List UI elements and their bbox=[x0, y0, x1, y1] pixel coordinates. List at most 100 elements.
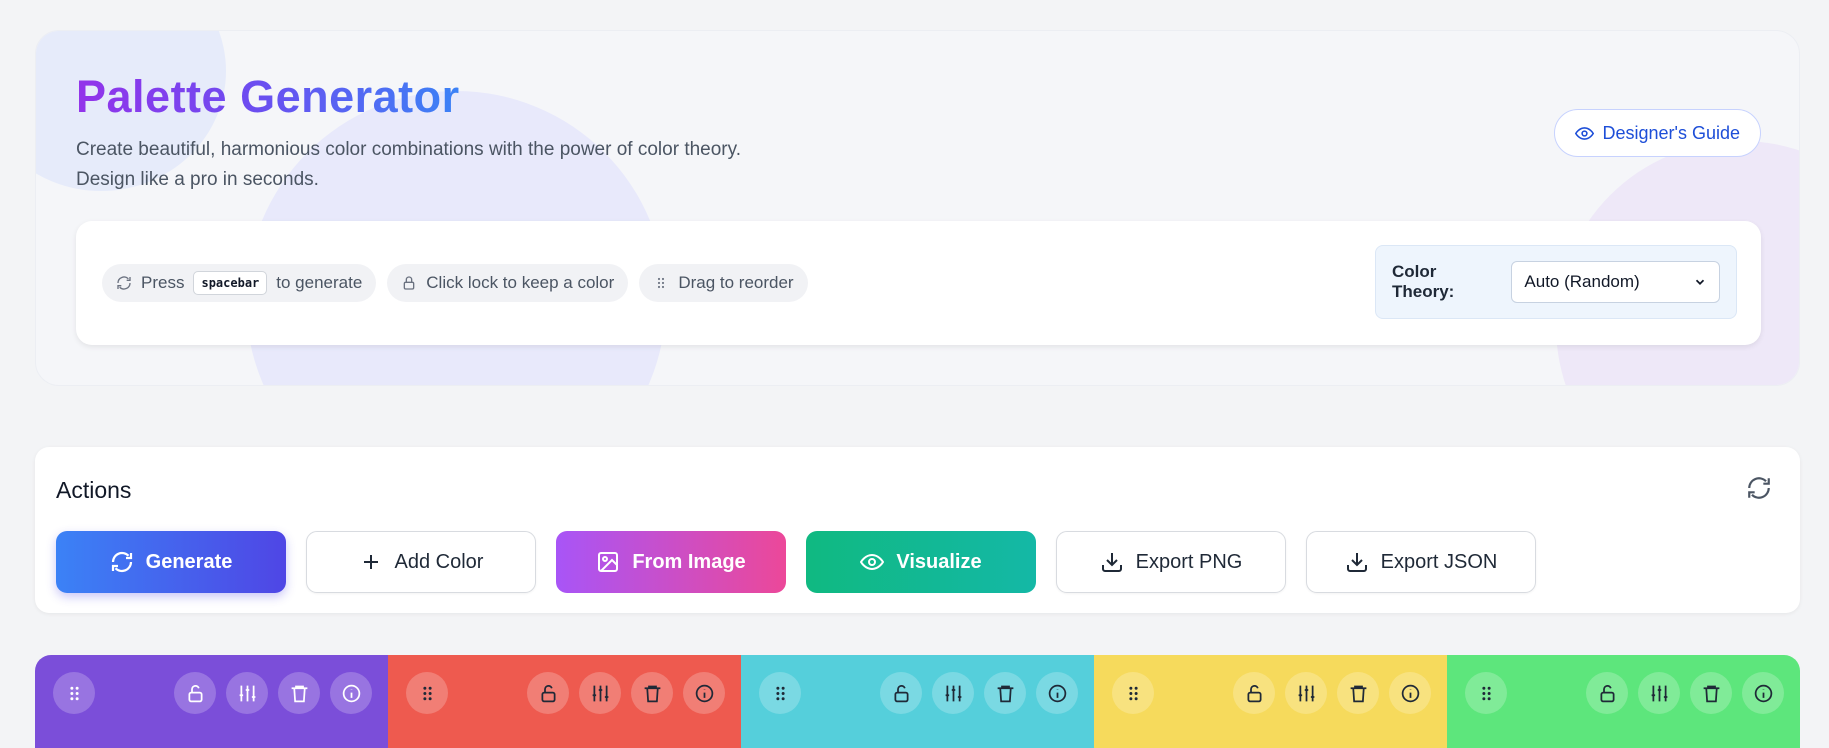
download-icon bbox=[1101, 553, 1122, 572]
info-icon bbox=[1754, 684, 1772, 702]
adjust-button[interactable] bbox=[932, 672, 974, 714]
info-icon bbox=[695, 684, 713, 702]
generate-label: Generate bbox=[145, 550, 233, 573]
info-icon bbox=[1048, 684, 1066, 702]
adjust-button[interactable] bbox=[226, 672, 268, 714]
export-png-button[interactable]: Export PNG bbox=[1056, 531, 1286, 593]
subtitle-line: Design like a pro in seconds. bbox=[76, 169, 319, 190]
info-button[interactable] bbox=[1036, 672, 1078, 714]
drag-handle-icon bbox=[422, 686, 432, 700]
color-swatch[interactable] bbox=[35, 655, 388, 748]
visualize-label: Visualize bbox=[896, 550, 982, 573]
trash-icon bbox=[1350, 685, 1366, 702]
export-json-button[interactable]: Export JSON bbox=[1306, 531, 1536, 593]
delete-button[interactable] bbox=[278, 672, 320, 714]
drag-handle-icon bbox=[658, 277, 665, 289]
from-image-label: From Image bbox=[632, 550, 746, 573]
generate-button[interactable]: Generate bbox=[56, 531, 286, 593]
color-theory-select[interactable]: Auto (Random) bbox=[1511, 261, 1720, 303]
lock-button[interactable] bbox=[174, 672, 216, 714]
lock-icon bbox=[403, 276, 415, 290]
refresh-icon bbox=[111, 551, 132, 573]
image-icon bbox=[598, 552, 619, 572]
drag-handle[interactable] bbox=[1112, 672, 1154, 714]
actions-title: Actions bbox=[56, 477, 132, 503]
page-subtitle: Create beautiful, harmonious color combi… bbox=[76, 135, 741, 195]
export-png-label: Export PNG bbox=[1135, 550, 1243, 573]
unlock-icon bbox=[1247, 684, 1261, 702]
drag-handle[interactable] bbox=[1465, 672, 1507, 714]
trash-icon bbox=[644, 685, 660, 702]
spacebar-key: spacebar bbox=[193, 271, 268, 295]
info-button[interactable] bbox=[683, 672, 725, 714]
color-swatch[interactable] bbox=[1094, 655, 1447, 748]
adjust-button[interactable] bbox=[1638, 672, 1680, 714]
plus-icon bbox=[363, 555, 378, 569]
from-image-button[interactable]: From Image bbox=[556, 531, 786, 593]
drag-handle[interactable] bbox=[406, 672, 448, 714]
unlock-icon bbox=[188, 684, 202, 702]
lock-button[interactable] bbox=[880, 672, 922, 714]
color-swatch[interactable] bbox=[388, 655, 741, 748]
info-button[interactable] bbox=[1742, 672, 1784, 714]
color-swatch[interactable] bbox=[1447, 655, 1800, 748]
tip-text: Press bbox=[141, 273, 185, 292]
chevron-down-icon bbox=[1695, 279, 1705, 285]
info-button[interactable] bbox=[1389, 672, 1431, 714]
download-icon bbox=[1346, 553, 1367, 572]
drag-handle-icon bbox=[1481, 686, 1491, 700]
tip-drag: Drag to reorder bbox=[639, 264, 808, 302]
color-theory-value: Auto (Random) bbox=[1524, 272, 1640, 291]
adjust-button[interactable] bbox=[1285, 672, 1327, 714]
page-title: Palette Generator bbox=[76, 71, 460, 122]
drag-handle-icon bbox=[775, 686, 785, 700]
trash-icon bbox=[997, 685, 1013, 702]
unlock-icon bbox=[541, 684, 555, 702]
drag-handle-icon bbox=[69, 686, 79, 700]
info-button[interactable] bbox=[330, 672, 372, 714]
tips-card: Press spacebar to generate Click lock to… bbox=[76, 221, 1761, 345]
lock-button[interactable] bbox=[527, 672, 569, 714]
designers-guide-button[interactable]: Designer's Guide bbox=[1554, 109, 1761, 157]
info-icon bbox=[342, 684, 360, 702]
unlock-icon bbox=[1600, 684, 1614, 702]
delete-button[interactable] bbox=[984, 672, 1026, 714]
export-json-label: Export JSON bbox=[1380, 550, 1498, 573]
visualize-button[interactable]: Visualize bbox=[806, 531, 1036, 593]
sliders-icon bbox=[592, 685, 608, 701]
eye-icon bbox=[1575, 126, 1595, 140]
refresh-icon[interactable] bbox=[1746, 475, 1772, 501]
sliders-icon bbox=[945, 685, 961, 701]
drag-handle[interactable] bbox=[759, 672, 801, 714]
subtitle-line: Create beautiful, harmonious color combi… bbox=[76, 139, 741, 160]
drag-handle-icon bbox=[1128, 686, 1138, 700]
delete-button[interactable] bbox=[631, 672, 673, 714]
sliders-icon bbox=[1651, 685, 1667, 701]
lock-button[interactable] bbox=[1586, 672, 1628, 714]
unlock-icon bbox=[894, 684, 908, 702]
tip-text: to generate bbox=[276, 273, 363, 292]
tip-generate: Press spacebar to generate bbox=[102, 264, 377, 302]
delete-button[interactable] bbox=[1690, 672, 1732, 714]
tip-text: Drag to reorder bbox=[678, 273, 794, 292]
delete-button[interactable] bbox=[1337, 672, 1379, 714]
sliders-icon bbox=[1298, 685, 1314, 701]
refresh-icon bbox=[117, 276, 131, 290]
designers-guide-label: Designer's Guide bbox=[1602, 122, 1740, 143]
hero-section: Palette Generator Create beautiful, harm… bbox=[35, 30, 1800, 386]
drag-handle[interactable] bbox=[53, 672, 95, 714]
eye-icon bbox=[860, 553, 885, 571]
color-theory-panel: Color Theory: Auto (Random) bbox=[1375, 245, 1737, 319]
lock-button[interactable] bbox=[1233, 672, 1275, 714]
actions-panel: Actions Generate Add Color From Image Vi… bbox=[35, 447, 1800, 613]
sliders-icon bbox=[239, 685, 255, 701]
tip-text: Click lock to keep a color bbox=[426, 273, 615, 292]
add-color-button[interactable]: Add Color bbox=[306, 531, 536, 593]
trash-icon bbox=[291, 685, 307, 702]
info-icon bbox=[1401, 684, 1419, 702]
adjust-button[interactable] bbox=[579, 672, 621, 714]
tip-lock: Click lock to keep a color bbox=[387, 264, 629, 302]
add-color-label: Add Color bbox=[394, 550, 484, 573]
trash-icon bbox=[1703, 685, 1719, 702]
color-swatch[interactable] bbox=[741, 655, 1094, 748]
